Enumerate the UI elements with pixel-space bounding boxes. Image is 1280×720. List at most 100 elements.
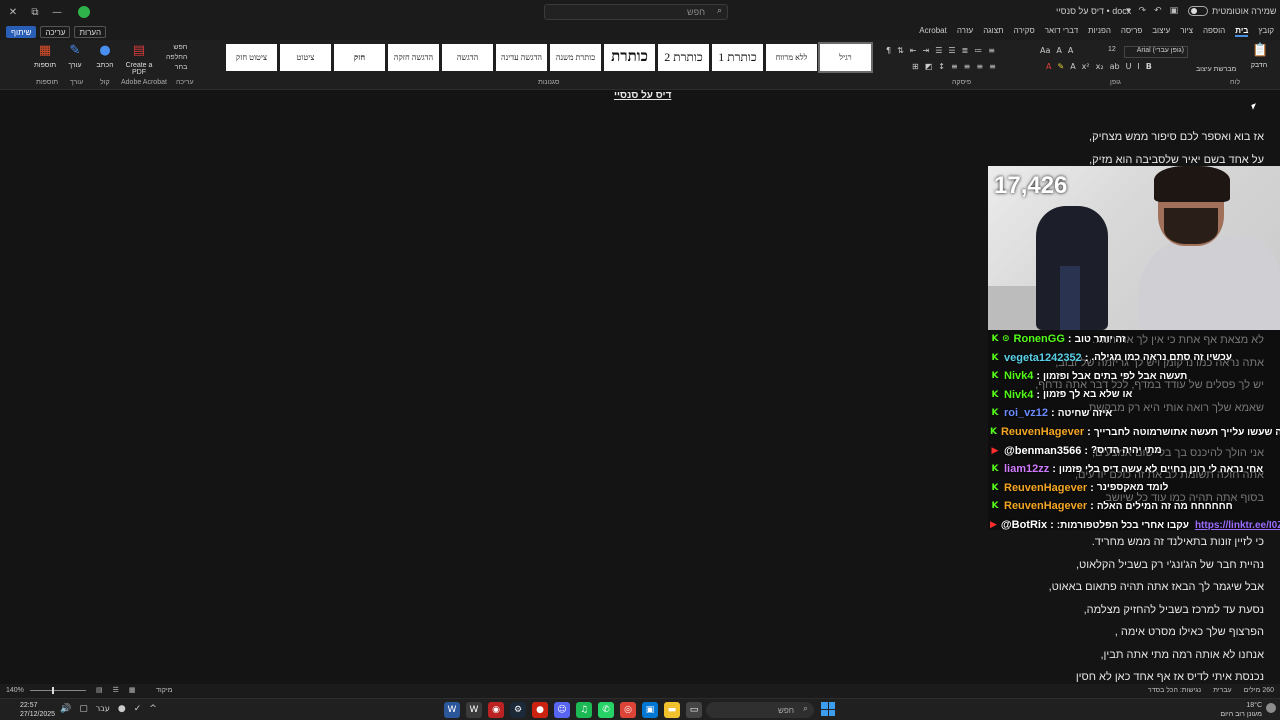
select-button[interactable]: בחר	[166, 64, 188, 71]
taskbar-clock[interactable]: 22:57 27/12/2025	[20, 701, 55, 719]
bluetooth-icon[interactable]: ✓	[134, 704, 142, 714]
addins-button[interactable]: ▦ תוספות	[30, 44, 60, 70]
show-hidden-icons-icon[interactable]: ^	[149, 704, 157, 714]
numbering-icon[interactable]: ≔	[974, 46, 982, 55]
underline-icon[interactable]: U	[1126, 62, 1132, 71]
share-button[interactable]: שיתוף	[6, 26, 37, 38]
windows-start-icon[interactable]	[821, 702, 835, 716]
save-icon[interactable]: ▣	[1170, 6, 1179, 16]
print-layout-icon[interactable]: ▤	[96, 686, 103, 694]
indent-icon[interactable]: ☰	[935, 46, 942, 55]
subscript-icon[interactable]: x₂	[1096, 62, 1104, 71]
focus-mode-button[interactable]: מיקוד	[156, 687, 172, 694]
web-layout-icon[interactable]: ▦	[129, 686, 136, 694]
dictate-button[interactable]: ● הכתב	[90, 44, 120, 70]
search-input[interactable]: חפש ⌕	[544, 4, 728, 20]
shading-icon[interactable]: ◩	[925, 62, 933, 71]
read-mode-icon[interactable]: ☰	[113, 686, 119, 694]
accessibility-status[interactable]: נגישות: הכל בסדר	[1148, 687, 1201, 694]
style-option[interactable]: כותרת 1	[712, 44, 763, 71]
editing-mode-button[interactable]: עריכה	[40, 26, 71, 38]
ribbon-tab[interactable]: Acrobat	[919, 26, 947, 37]
shrink-font-icon[interactable]: A	[1056, 46, 1061, 55]
whatsapp-icon[interactable]: ✆	[598, 702, 614, 718]
document-line[interactable]: אז בוא ואספר לכם סיפור ממש מצחיק,	[1089, 131, 1264, 143]
word-app-icon[interactable]: W	[444, 702, 460, 718]
task-view-icon[interactable]: ▭	[686, 702, 702, 718]
ribbon-tab[interactable]: עיצוב	[1152, 26, 1170, 37]
document-line[interactable]: נהיית חבר של הג'ונג'י רק בשביל הקלאוט,	[1076, 559, 1264, 571]
ribbon-tab[interactable]: הוספה	[1203, 26, 1225, 37]
ltr-icon[interactable]: ⇥	[923, 46, 930, 55]
style-option[interactable]: ציטוט חזק	[226, 44, 277, 71]
app-red-icon[interactable]: ●	[532, 702, 548, 718]
ribbon-tab[interactable]: קובץ	[1258, 26, 1274, 37]
chat-link[interactable]: https://linktr.ee/I0Zlin	[1195, 520, 1280, 531]
sort-icon[interactable]: ⇅	[897, 46, 904, 55]
italic-icon[interactable]: I	[1137, 62, 1139, 71]
spotify-icon[interactable]: ♫	[576, 702, 592, 718]
replace-button[interactable]: החלפה	[166, 54, 187, 61]
word-window-icon[interactable]: W	[466, 702, 482, 718]
superscript-icon[interactable]: x²	[1082, 62, 1090, 71]
ribbon-tab[interactable]: עזרה	[957, 26, 973, 37]
language-indicator[interactable]: עברית	[1213, 687, 1232, 694]
style-option[interactable]: ללא מרווח	[766, 44, 817, 71]
document-line[interactable]: נכנסת איתי לדיס אז אף אחד כאן לא חסין	[1076, 671, 1264, 683]
weather-widget[interactable]: 18°C מעונן רוב היום	[1220, 701, 1262, 719]
microphone-tray-icon[interactable]: ●	[118, 704, 126, 714]
format-painter[interactable]: מברשת עיצוב	[1196, 66, 1236, 73]
bold-icon[interactable]: B	[1146, 62, 1152, 71]
zoom-slider-knob[interactable]	[52, 687, 54, 694]
style-option[interactable]: הדגשה עדינה	[496, 44, 547, 71]
document-title[interactable]: דיס על סנסיי • docx	[1056, 6, 1131, 16]
style-option[interactable]: הדגשה חזקה	[388, 44, 439, 71]
editor-button[interactable]: ✎ עורך	[60, 44, 90, 70]
redo-icon[interactable]: ↷	[1139, 6, 1147, 16]
copilot-icon[interactable]	[78, 6, 90, 18]
document-line[interactable]: אנחנו לא אותה רמה מתי אתה תבין,	[1101, 649, 1265, 661]
ribbon-tab[interactable]: דברי דואר	[1045, 26, 1078, 37]
undo-icon[interactable]: ↶	[1154, 6, 1162, 16]
style-option[interactable]: חזק	[334, 44, 385, 71]
paragraph-marks-icon[interactable]: ¶	[886, 46, 891, 55]
create-pdf-button[interactable]: ▤ Create a PDF	[124, 44, 154, 77]
zoom-level[interactable]: 140%	[6, 687, 24, 694]
file-explorer-icon[interactable]: ▬	[664, 702, 680, 718]
multilevel-list-icon[interactable]: ≣	[962, 46, 969, 55]
word-count[interactable]: 260 מילים	[1244, 687, 1274, 694]
taskbar-search[interactable]: חפש ⌕	[706, 702, 814, 718]
style-option[interactable]: כותרת משנה	[550, 44, 601, 71]
align-left-icon[interactable]: ≡	[989, 62, 996, 71]
document-line[interactable]: כי לזיין זונות בתאילנד זה ממש מחריד.	[1092, 536, 1264, 548]
chrome-icon[interactable]: ◎	[620, 702, 636, 718]
obs-icon[interactable]: ◉	[488, 702, 504, 718]
input-language[interactable]: עבר	[96, 704, 110, 714]
store-icon[interactable]: ▣	[642, 702, 658, 718]
ribbon-tab[interactable]: סקירה	[1014, 26, 1035, 37]
ribbon-tab[interactable]: תצוגה	[983, 26, 1003, 37]
bullets-icon[interactable]: ≡	[988, 46, 995, 55]
paste-button[interactable]: 📋 הדבק	[1244, 44, 1274, 70]
grow-font-icon[interactable]: A	[1068, 46, 1073, 55]
steam-icon[interactable]: ⚙	[510, 702, 526, 718]
toggle-icon[interactable]	[1188, 6, 1208, 16]
document-line[interactable]: אבל שיגמר לך הבאז אתה תהיה פתאום באאוט,	[1049, 581, 1264, 593]
align-center-icon[interactable]: ≡	[976, 62, 983, 71]
font-size-select[interactable]: 12	[1108, 46, 1124, 58]
rtl-icon[interactable]: ⇤	[910, 46, 917, 55]
style-option[interactable]: כותרת	[604, 44, 655, 71]
style-option[interactable]: רגיל	[818, 42, 873, 73]
ribbon-tab[interactable]: ציור	[1180, 26, 1193, 37]
find-button[interactable]: חפש	[166, 44, 187, 51]
ribbon-tab[interactable]: בית	[1235, 26, 1249, 37]
minimize-icon[interactable]: —	[48, 3, 66, 21]
style-option[interactable]: ציטוט	[280, 44, 331, 71]
ribbon-tab[interactable]: הפניות	[1088, 26, 1111, 37]
network-icon[interactable]: ▢	[79, 704, 88, 714]
line-spacing-icon[interactable]: ↕	[938, 62, 945, 71]
highlight-icon[interactable]: ✎	[1057, 62, 1064, 71]
outdent-icon[interactable]: ☰	[948, 46, 955, 55]
change-case-icon[interactable]: Aa	[1040, 46, 1050, 55]
comments-button[interactable]: הערות	[74, 26, 107, 38]
